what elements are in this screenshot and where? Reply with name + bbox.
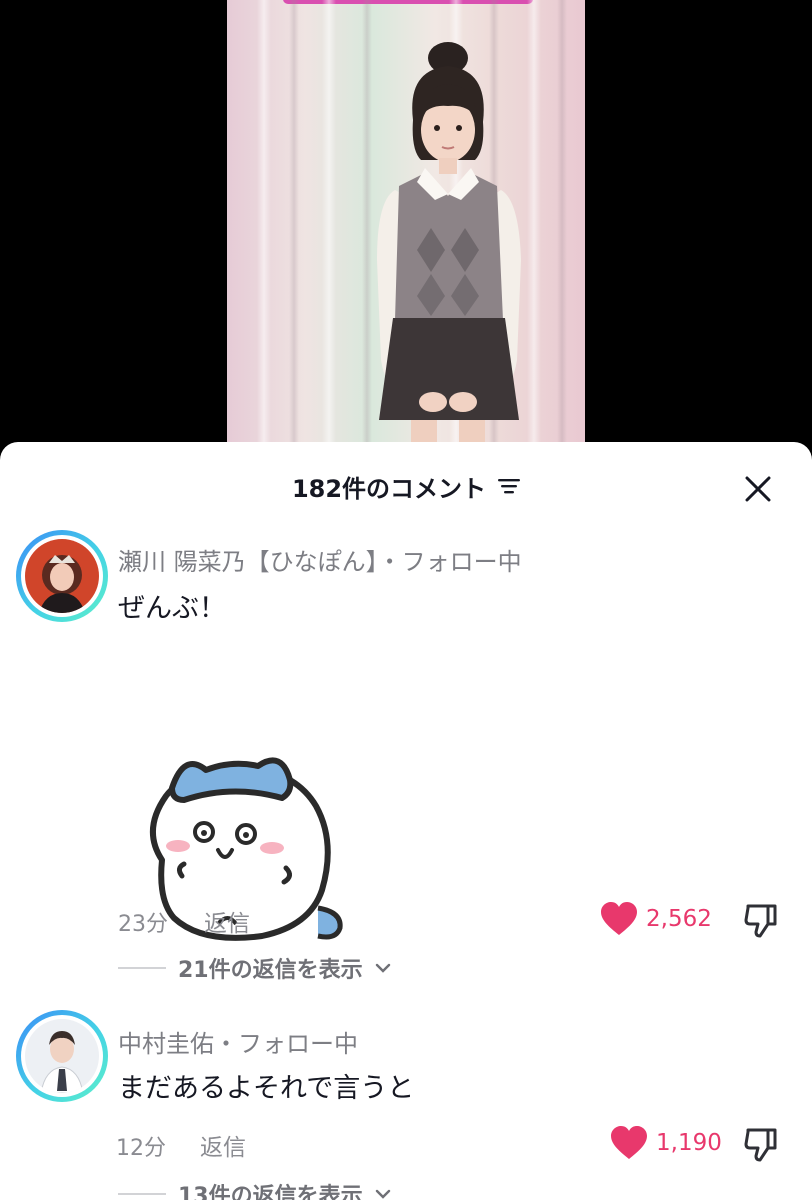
view-replies-label: 21件の返信を表示 <box>178 958 363 983</box>
person-figure <box>377 42 521 470</box>
avatar-border <box>21 1015 103 1097</box>
filter-lines-icon[interactable] <box>498 477 521 495</box>
view-replies-label: 13件の返信を表示 <box>178 1184 363 1200</box>
reply-button[interactable]: 返信 <box>200 1128 246 1162</box>
video-frame[interactable] <box>227 0 585 470</box>
chevron-down-icon <box>375 963 390 973</box>
comments-sheet: 182件のコメント 瀬川 陽菜乃【ひなぽん】・フォロー中 ぜんぶ！ 23分 返信… <box>0 442 812 1200</box>
comment-timestamp: 23分 <box>118 912 168 937</box>
avatar[interactable] <box>16 1010 108 1102</box>
heart-icon <box>601 902 637 935</box>
comment-text: ぜんぶ！ <box>118 593 226 624</box>
replies-divider <box>118 1193 166 1195</box>
comment-text: まだあるよそれで言うと <box>118 1073 415 1104</box>
reply-button[interactable]: 返信 <box>204 904 250 938</box>
avatar[interactable] <box>16 530 108 622</box>
heart-icon <box>611 1126 647 1159</box>
replies-divider <box>118 967 166 969</box>
comment-item: 中村圭佑・フォロー中 まだあるよそれで言うと 12分 返信 1,190 13件の… <box>0 1010 812 1200</box>
like-count: 1,190 <box>656 1130 722 1156</box>
chevron-down-icon <box>375 1189 390 1199</box>
avatar-image <box>25 539 99 613</box>
like-count: 2,562 <box>646 906 712 932</box>
close-button[interactable] <box>738 469 778 509</box>
comment-timestamp: 12分 <box>116 1136 166 1161</box>
comment-count-row[interactable]: 182件のコメント <box>0 468 812 504</box>
avatar-image <box>25 1019 99 1094</box>
comment-username[interactable]: 中村圭佑・フォロー中 <box>118 1024 358 1059</box>
close-icon <box>745 476 771 502</box>
like-button[interactable]: 2,562 <box>600 902 712 936</box>
comments-header: 182件のコメント <box>0 442 812 530</box>
comment-count-label: 182件のコメント <box>291 474 487 503</box>
comment-username[interactable]: 瀬川 陽菜乃【ひなぽん】・フォロー中 <box>118 542 522 577</box>
comment-item: 瀬川 陽菜乃【ひなぽん】・フォロー中 ぜんぶ！ 23分 返信 2,562 21件… <box>0 530 812 1000</box>
view-replies-button[interactable]: 13件の返信を表示 <box>118 1178 391 1200</box>
avatar-border <box>21 535 103 617</box>
like-button[interactable]: 1,190 <box>610 1126 722 1160</box>
thumbs-down-icon[interactable] <box>742 1126 780 1164</box>
view-replies-button[interactable]: 21件の返信を表示 <box>118 952 391 984</box>
video-player[interactable] <box>0 0 812 470</box>
thumbs-down-icon[interactable] <box>742 902 780 940</box>
